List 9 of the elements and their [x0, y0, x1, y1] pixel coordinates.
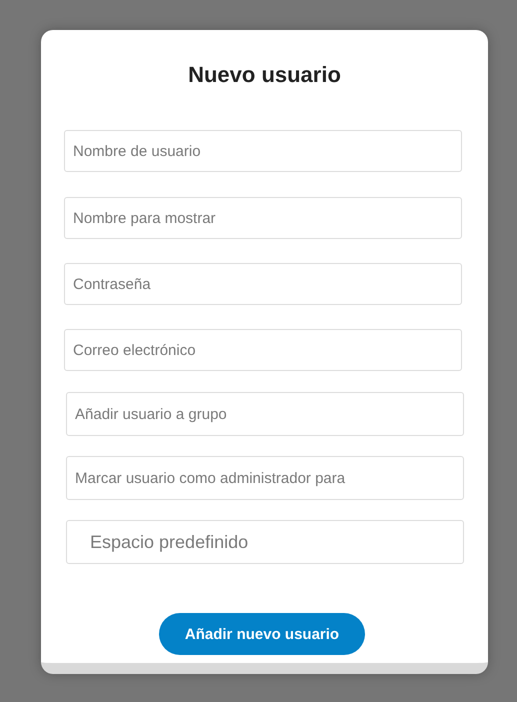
dialog-title: Nuevo usuario [188, 61, 341, 89]
add-user-button[interactable]: Añadir nuevo usuario [159, 613, 365, 655]
input-field[interactable]: Nombre para mostrar [64, 197, 462, 239]
input-field[interactable]: Espacio predefinido [66, 520, 464, 564]
input-field[interactable]: Correo electrónico [64, 329, 462, 371]
input-field[interactable]: Marcar usuario como administrador para [66, 456, 464, 500]
input-field[interactable]: Añadir usuario a grupo [66, 392, 464, 436]
input-field[interactable]: Contraseña [64, 263, 462, 305]
input-field[interactable]: Nombre de usuario [64, 130, 462, 172]
